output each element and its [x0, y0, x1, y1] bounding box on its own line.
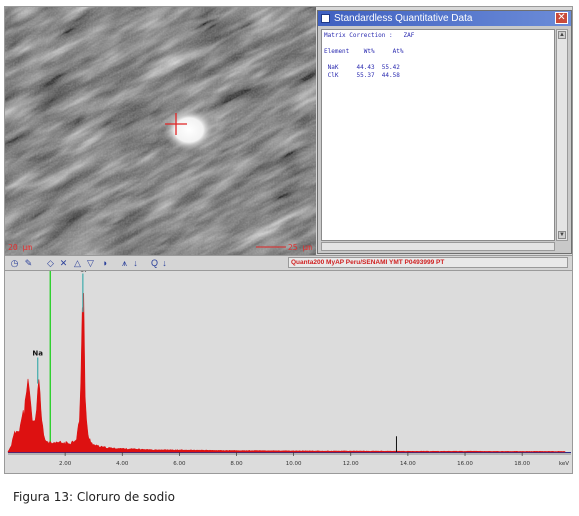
x-tick-label: 6.00 [173, 461, 186, 467]
x-tick-label: 8.00 [230, 461, 243, 467]
eds-spectrum-chart: 2.00 4.00 6.00 8.00 10.00 12.00 14.00 16.00 18.0… [7, 266, 571, 467]
sem-image-viewport[interactable]: 20 µm 25 µm [5, 7, 316, 255]
quant-line [324, 56, 554, 64]
scale-up-icon[interactable]: △ [72, 257, 83, 269]
spectrum-series [7, 293, 566, 453]
quant-line [324, 40, 554, 48]
x-axis-label: keV [559, 461, 569, 467]
zoom-menu-icon[interactable]: ↓ [160, 257, 169, 269]
scroll-up-arrow-icon[interactable]: ▲ [558, 31, 566, 39]
x-tick-label: 4.00 [116, 461, 129, 467]
peak-id-icon[interactable]: ⩚ [119, 257, 130, 269]
eds-spectrum-panel[interactable]: 2.00 4.00 6.00 8.00 10.00 12.00 14.00 16.00 18.0… [5, 266, 572, 473]
x-tick-label: 12.00 [343, 461, 359, 467]
element-marker-label: Na [32, 350, 43, 358]
sample-status-label: Quanta200 MyAP Peru/SENAMI YMT P0493999 … [288, 257, 568, 268]
scroll-down-arrow-icon[interactable]: ▼ [558, 231, 566, 239]
vertical-scrollbar[interactable]: ▲ ▼ [556, 29, 568, 241]
element-marker-label: Cl [79, 271, 87, 274]
horizontal-scrollbar[interactable] [321, 242, 555, 251]
sodium-chloride-particle [163, 108, 215, 152]
scale-down-icon[interactable]: ▽ [85, 257, 96, 269]
marker-tool-icon[interactable]: ◑ [99, 257, 110, 269]
contract-tool-icon[interactable]: ✕ [58, 257, 69, 269]
sem-label-left: 20 µm [8, 243, 33, 252]
quant-line: Matrix Correction : ZAF [324, 32, 415, 39]
window-menu-icon[interactable] [321, 14, 330, 23]
x-tick-label: 14.00 [400, 461, 416, 467]
figure-caption: Figura 13: Cloruro de sodio [13, 490, 175, 504]
close-icon[interactable]: ✕ [555, 12, 568, 24]
peak-id-menu-icon[interactable]: ↓ [131, 257, 140, 269]
quant-line: Element Wt% At% [324, 48, 404, 55]
spectrum-toolbar: ◷ ✎ ◇ ✕ △ ▽ ◑ ⩚ ↓ Q ↓ Quanta200 MyAP Per… [5, 255, 572, 271]
quant-window-title: Standardless Quantitative Data [334, 13, 473, 24]
quant-data-window: Standardless Quantitative Data ✕ Matrix … [317, 10, 572, 254]
x-tick-label: 2.00 [59, 461, 72, 467]
edit-tool-icon[interactable]: ✎ [23, 257, 34, 269]
x-tick-label: 10.00 [286, 461, 302, 467]
zoom-icon[interactable]: Q [149, 257, 160, 269]
quant-results-text: Matrix Correction : ZAF Element Wt% At% … [321, 29, 555, 241]
x-tick-label: 16.00 [457, 461, 473, 467]
clock-tool-icon[interactable]: ◷ [9, 257, 20, 269]
quant-line: ClK 55.37 44.58 [324, 72, 400, 79]
expand-tool-icon[interactable]: ◇ [45, 257, 56, 269]
sem-label-right: 25 µm [287, 243, 312, 252]
quant-titlebar[interactable]: Standardless Quantitative Data ✕ [318, 11, 571, 26]
x-tick-label: 18.00 [514, 461, 530, 467]
quant-line: NaK 44.43 55.42 [324, 64, 400, 71]
sem-micrograph [5, 7, 316, 255]
sem-eds-window: 20 µm 25 µm Standardless Quantitative Da… [4, 6, 573, 474]
